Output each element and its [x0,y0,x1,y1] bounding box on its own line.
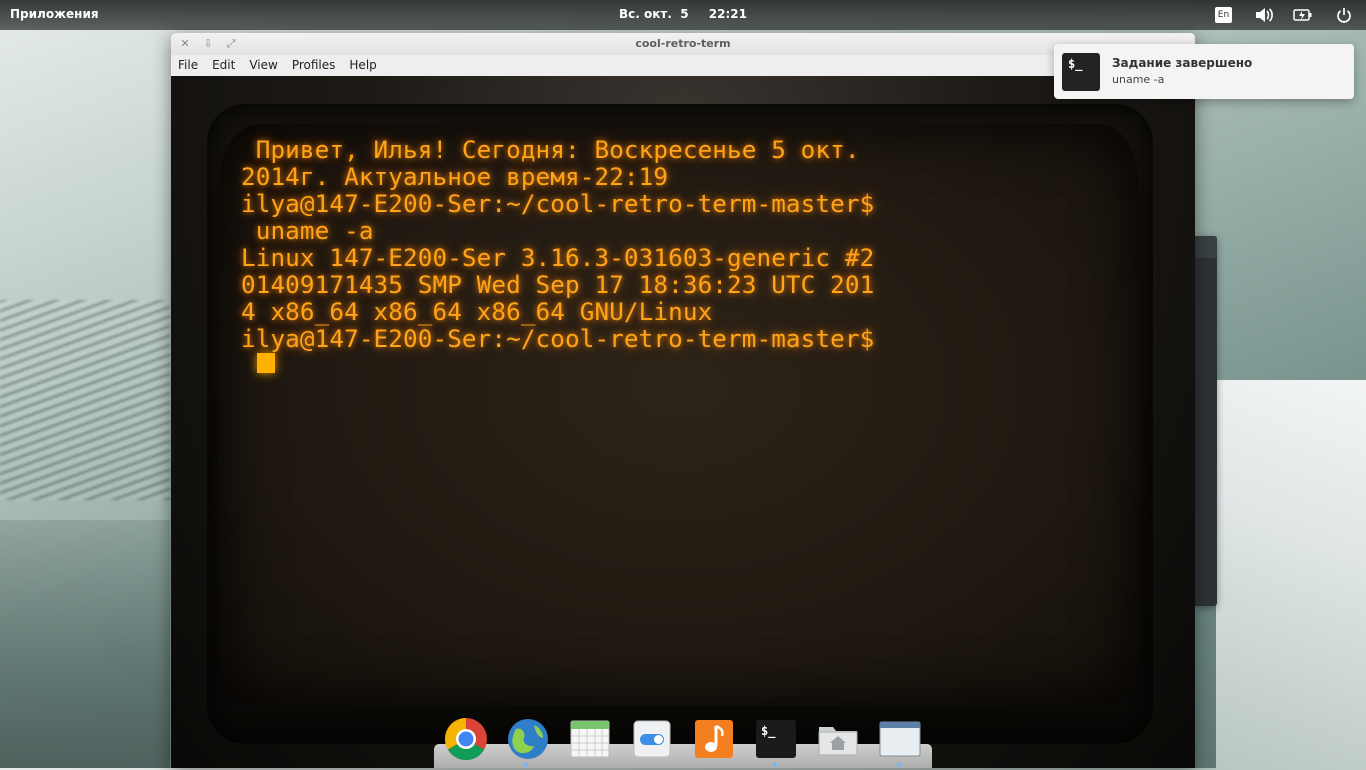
top-panel: Приложения Вс. окт. 5 22:21 En [0,0,1366,30]
terminal-cursor [257,353,275,373]
power-icon[interactable] [1333,5,1355,25]
settings-toggle-icon[interactable] [629,716,675,762]
menu-file[interactable]: File [171,55,205,74]
home-folder-icon[interactable] [815,716,861,762]
wallpaper-shade [0,520,170,768]
running-indicator [773,763,777,767]
terminal-icon: $_ [1062,53,1100,91]
window-titlebar[interactable]: ✕ ⇩ ⤢ cool-retro-term [171,33,1195,55]
volume-icon[interactable] [1253,5,1275,25]
panel-time: 22:21 [708,7,747,21]
terminal-icon-label: $_ [756,720,796,758]
terminal-window: ✕ ⇩ ⤢ cool-retro-term File Edit View Profil… [171,33,1195,768]
window-icon[interactable] [877,716,923,762]
running-indicator [524,763,528,767]
browser-globe-icon[interactable] [505,716,551,762]
menu-bar: File Edit View Profiles Help [171,55,1195,77]
battery-icon[interactable] [1292,5,1314,25]
notification-body: uname -a [1112,73,1165,86]
running-indicator [897,763,901,767]
music-note-icon[interactable] [691,716,737,762]
calendar-icon[interactable] [567,716,613,762]
panel-clock[interactable]: Вс. окт. 5 22:21 [0,7,1366,21]
terminal-output: Привет, Илья! Сегодня: Воскресенье 5 окт… [241,135,875,353]
menu-edit[interactable]: Edit [205,55,242,74]
menu-view[interactable]: View [242,55,284,74]
wallpaper-glare [1216,380,1366,770]
menu-help[interactable]: Help [342,55,383,74]
notification[interactable]: $_ Задание завершено uname -a [1054,44,1354,99]
wallpaper-vent [0,300,170,500]
chrome-icon[interactable] [443,716,489,762]
crt-monitor-frame: Привет, Илья! Сегодня: Воскресенье 5 окт… [171,76,1195,768]
panel-date: Вс. окт. 5 [619,7,689,21]
terminal-icon[interactable]: $_ [753,716,799,762]
notification-title: Задание завершено [1112,56,1253,70]
window-title: cool-retro-term [635,37,731,50]
keyboard-layout-icon[interactable]: En [1215,7,1232,23]
background-window[interactable] [1195,236,1217,606]
menu-profiles[interactable]: Profiles [285,55,343,74]
terminal-screen[interactable]: Привет, Илья! Сегодня: Воскресенье 5 окт… [219,124,1139,706]
